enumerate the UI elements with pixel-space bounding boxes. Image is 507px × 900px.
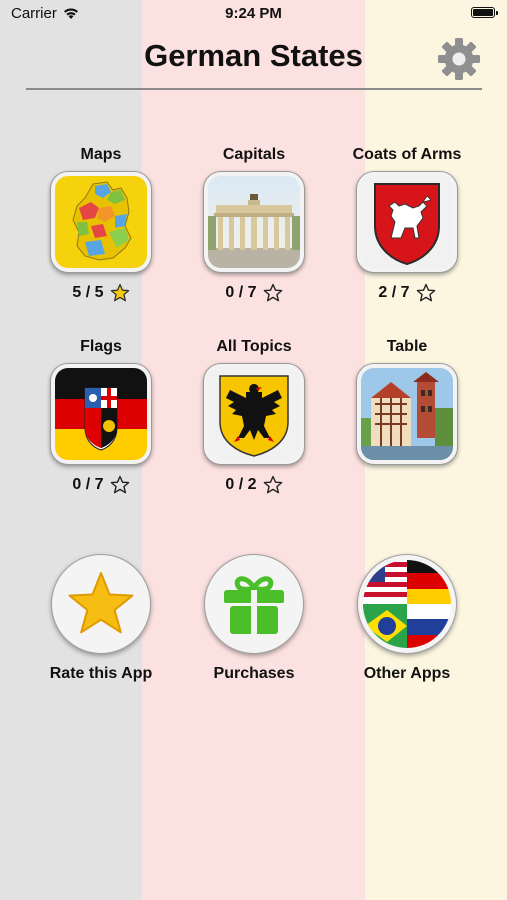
gear-icon[interactable] — [437, 37, 481, 81]
map-icon — [55, 176, 147, 268]
topic-capitals: Capitals 0 / 7 — [178, 145, 330, 303]
topic-table: Table — [331, 337, 483, 465]
score-text-maps: 5 / 5 — [72, 284, 104, 301]
score-text-capitals: 0 / 7 — [225, 284, 257, 301]
all-topics-button[interactable] — [203, 363, 305, 465]
rate-app-label: Rate this App — [49, 665, 153, 682]
topic-label-capitals: Capitals — [222, 146, 286, 163]
topic-coats-of-arms: Coats of Arms 2 / 7 — [331, 145, 483, 303]
world-flags-icon — [363, 560, 451, 648]
other-apps-button[interactable] — [357, 554, 457, 654]
score-coats-of-arms: 2 / 7 — [331, 283, 483, 303]
action-purchases: Purchases — [178, 554, 330, 683]
page-title: German States — [144, 38, 363, 73]
maps-button[interactable] — [50, 171, 152, 273]
purchases-label: Purchases — [213, 665, 295, 682]
score-maps: 5 / 5 — [25, 283, 177, 303]
star-outline-icon — [263, 283, 282, 302]
star-filled-icon — [110, 283, 129, 302]
star-outline-icon — [110, 475, 129, 494]
action-rate-app: Rate this App — [25, 554, 177, 683]
topic-label-all-topics: All Topics — [216, 338, 292, 355]
coat-of-arms-horse-icon — [361, 176, 453, 268]
header-divider — [26, 88, 482, 90]
battery-icon — [471, 7, 498, 18]
score-capitals: 0 / 7 — [178, 283, 330, 303]
saarland-flag-icon — [55, 368, 147, 460]
table-button[interactable] — [356, 363, 458, 465]
score-all-topics: 0 / 2 — [178, 475, 330, 495]
topic-flags: Flags 0 / 7 — [25, 337, 177, 495]
topic-label-maps: Maps — [80, 146, 122, 163]
score-flags: 0 / 7 — [25, 475, 177, 495]
score-text-coats-of-arms: 2 / 7 — [378, 284, 410, 301]
coats-of-arms-button[interactable] — [356, 171, 458, 273]
topic-label-coats-of-arms: Coats of Arms — [352, 146, 462, 163]
star-outline-icon — [263, 475, 282, 494]
action-other-apps: Other Apps — [331, 554, 483, 683]
german-eagle-icon — [208, 368, 300, 460]
status-bar: Carrier 9:24 PM — [0, 0, 507, 28]
gift-icon — [224, 576, 284, 634]
topic-label-flags: Flags — [80, 338, 122, 355]
purchases-button[interactable] — [204, 554, 304, 654]
capitals-button[interactable] — [203, 171, 305, 273]
star-outline-icon — [416, 283, 435, 302]
star-icon — [68, 572, 134, 634]
flags-button[interactable] — [50, 363, 152, 465]
topic-label-table: Table — [386, 338, 428, 355]
brandenburg-gate-icon — [208, 176, 300, 268]
status-time: 9:24 PM — [225, 5, 282, 22]
town-buildings-icon — [361, 368, 453, 460]
score-text-all-topics: 0 / 2 — [225, 476, 257, 493]
topic-all-topics: All Topics 0 / 2 — [178, 337, 330, 495]
rate-app-button[interactable] — [51, 554, 151, 654]
other-apps-label: Other Apps — [363, 665, 451, 682]
topic-maps: Maps 5 / 5 — [25, 145, 177, 303]
score-text-flags: 0 / 7 — [72, 476, 104, 493]
